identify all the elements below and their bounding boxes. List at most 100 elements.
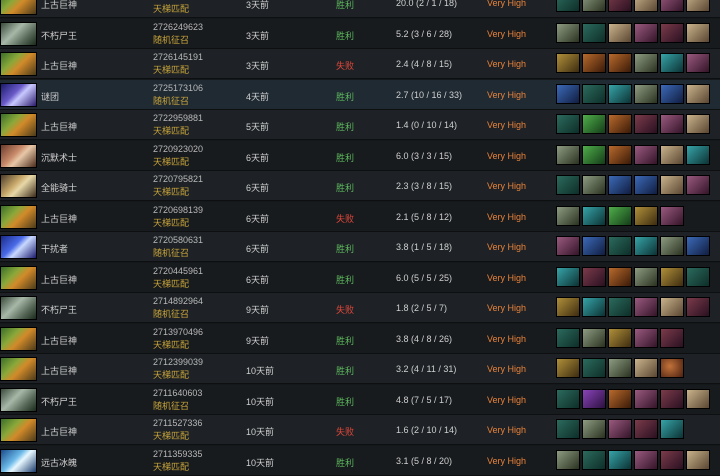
ring-item-icon[interactable] [608,327,632,348]
boots-item-icon[interactable] [556,0,580,12]
mask-item-icon[interactable] [660,388,684,409]
wand-item-icon[interactable] [582,419,606,439]
wand-item-icon[interactable] [660,236,684,256]
hero-name[interactable]: 不朽尸王 [41,395,77,408]
wand-item-icon[interactable] [608,358,632,378]
boots-item-icon[interactable] [582,449,606,470]
match-id-link[interactable]: 2711527336 [153,418,202,428]
hero-portrait[interactable] [0,82,37,107]
match-row[interactable]: 谜团 2725173106 随机征召 4天前 胜利 2.7 (10 / 16 / 33) V… [0,79,720,110]
urn-item-icon[interactable] [686,175,710,195]
hero-portrait[interactable] [0,0,37,15]
staff-item-icon[interactable] [660,83,684,104]
chest-item-icon[interactable] [608,388,632,409]
hero-name[interactable]: 上古巨神 [41,334,77,347]
hero-name[interactable]: 上古巨神 [41,364,77,377]
urn-item-icon[interactable] [686,53,710,73]
urn-item-icon[interactable] [660,205,684,226]
urn-item-icon[interactable] [634,388,658,409]
boots-item-icon[interactable] [556,327,580,348]
scroll-item-icon[interactable] [660,175,684,195]
ring-item-icon[interactable] [660,266,684,287]
mask-item-icon[interactable] [582,266,606,287]
ring-item-icon[interactable] [556,297,580,317]
scroll-item-icon[interactable] [686,388,710,409]
match-id-link[interactable]: 2714892964 [153,296,203,306]
staff-item-icon[interactable] [582,236,606,256]
scroll-item-icon[interactable] [660,297,684,317]
ring-item-icon[interactable] [556,358,580,378]
scroll-item-icon[interactable] [686,0,710,12]
hero-name[interactable]: 干扰者 [41,242,68,255]
wand-item-icon[interactable] [634,83,658,104]
orb-item-icon[interactable] [556,266,580,287]
wand-item-icon[interactable] [556,22,580,43]
urn-item-icon[interactable] [634,449,658,470]
mask-item-icon[interactable] [686,297,710,317]
match-id-link[interactable]: 2722959881 [153,113,203,123]
hero-portrait[interactable] [0,448,37,473]
scroll-item-icon[interactable] [660,144,684,165]
orb-item-icon[interactable] [582,205,606,226]
wand-item-icon[interactable] [556,144,580,165]
orb-purple-item-icon[interactable] [582,388,606,409]
match-row[interactable]: 上古巨神 2727613709 天梯匹配 3天前 胜利 20.0 (2 / 1 / 18)… [0,0,720,18]
boots-item-icon[interactable] [608,236,632,256]
hero-portrait[interactable] [0,21,37,46]
hero-name[interactable]: 上古巨神 [41,425,77,438]
orb-item-icon[interactable] [686,144,710,165]
hero-portrait[interactable] [0,204,37,229]
hero-portrait[interactable] [0,143,37,168]
match-id-link[interactable]: 2711640603 [153,388,202,398]
hero-name[interactable]: 上古巨神 [41,120,77,133]
match-row[interactable]: 上古巨神 2711527336 天梯匹配 10天前 失败 1.6 (2 / 10 / 14… [0,415,720,445]
match-row[interactable]: 干扰者 2720580631 随机征召 6天前 胜利 3.8 (1 / 5 / 18) Ve… [0,232,720,262]
urn-item-icon[interactable] [634,144,658,165]
match-id-link[interactable]: 2727613709 [153,0,203,1]
wand-item-icon[interactable] [556,449,580,470]
orb-item-icon[interactable] [582,297,606,317]
wand-item-icon[interactable] [634,53,658,73]
match-id-link[interactable]: 2720923020 [153,144,203,154]
hero-portrait[interactable] [0,357,37,381]
gem-item-icon[interactable] [582,144,606,165]
match-id-link[interactable]: 2725173106 [153,83,203,93]
match-row[interactable]: 远古冰魄 2711359335 天梯匹配 10天前 胜利 3.1 (5 / 8 / 20)… [0,445,720,476]
gem-item-icon[interactable] [582,114,606,134]
match-id-link[interactable]: 2712399039 [153,357,203,367]
match-row[interactable]: 不朽尸王 2714892964 随机征召 9天前 失败 1.8 (2 / 5 / 7) Ve… [0,293,720,323]
scroll-item-icon[interactable] [634,358,658,378]
urn-item-icon[interactable] [660,0,684,12]
match-row[interactable]: 上古巨神 2720698139 天梯匹配 6天前 失败 2.1 (5 / 8 / 12) V… [0,201,720,232]
bracer-item-icon[interactable] [582,53,606,73]
hero-name[interactable]: 谜团 [41,90,59,103]
scroll-item-icon[interactable] [634,0,658,12]
match-row[interactable]: 上古巨神 2712399039 天梯匹配 10天前 胜利 3.2 (4 / 11 / 31… [0,354,720,384]
match-id-link[interactable]: 2720445961 [153,266,203,276]
boots-item-icon[interactable] [582,358,606,378]
urn-item-icon[interactable] [634,22,658,43]
bracer-item-icon[interactable] [608,266,632,287]
orb-item-icon[interactable] [634,236,658,256]
urn-item-icon[interactable] [634,297,658,317]
mask-item-icon[interactable] [660,449,684,470]
wand-item-icon[interactable] [582,0,606,12]
mask-item-icon[interactable] [608,0,632,12]
hero-portrait[interactable] [0,265,37,290]
match-row[interactable]: 上古巨神 2713970496 天梯匹配 9天前 胜利 3.8 (4 / 8 / 26) V… [0,323,720,354]
boots-item-icon[interactable] [556,175,580,195]
mask-item-icon[interactable] [660,327,684,348]
match-row[interactable]: 上古巨神 2722959881 天梯匹配 5天前 胜利 1.4 (0 / 10 / 14)… [0,110,720,140]
urn-item-icon[interactable] [556,236,580,256]
scroll-item-icon[interactable] [686,114,710,134]
chest-item-icon[interactable] [608,53,632,73]
mask-item-icon[interactable] [634,114,658,134]
boots-item-icon[interactable] [608,297,632,317]
hero-portrait[interactable] [0,296,37,320]
match-row[interactable]: 不朽尸王 2726249623 随机征召 3天前 胜利 5.2 (3 / 6 / 28) V… [0,18,720,49]
orb-item-icon[interactable] [608,83,632,104]
hero-name[interactable]: 上古巨神 [41,273,77,286]
hero-name[interactable]: 远古冰魄 [41,456,77,469]
wand-item-icon[interactable] [556,205,580,226]
orb-item-icon[interactable] [660,53,684,73]
